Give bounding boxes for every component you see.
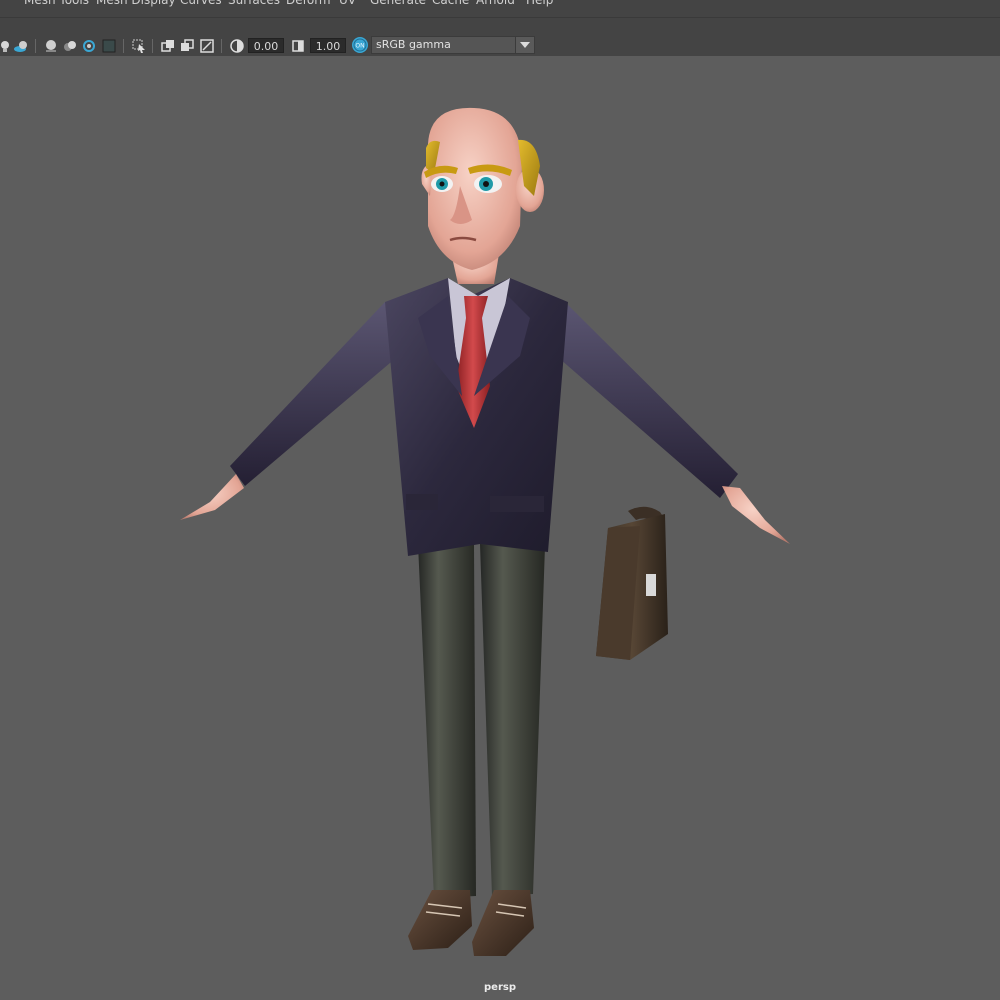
menu-mesh-display[interactable]: Mesh Display [96,0,176,8]
light-icon[interactable] [0,38,13,54]
trousers [418,544,545,898]
xray-joints-icon[interactable] [199,38,215,54]
xray-icon[interactable] [160,38,176,54]
chevron-down-icon[interactable] [515,37,534,53]
color-management-toggle-icon[interactable]: ON [351,36,369,54]
rendered-scene [180,107,790,956]
menu-surfaces[interactable]: Surfaces [228,0,280,8]
menu-arnold[interactable]: Arnold [476,0,515,8]
menu-help[interactable]: Help [526,0,553,8]
shadow-icon[interactable] [13,38,29,54]
toolbar-divider [221,39,222,53]
gamma-field[interactable]: 1.00 [310,38,346,53]
camera-name-label: persp [484,982,516,993]
gamma-icon[interactable] [290,38,306,54]
menu-curves[interactable]: Curves [180,0,222,8]
motion-blur-icon[interactable] [62,38,78,54]
menu-cache[interactable]: Cache [432,0,469,8]
view-transform-label: sRGB gamma [376,38,451,51]
xray-active-components-icon[interactable] [179,38,195,54]
viewport-3d[interactable]: persp [0,56,1000,1000]
ambient-occlusion-icon[interactable] [43,38,59,54]
maya-window: Mesh Tools Mesh Display Curves Surfaces … [0,0,1000,1000]
toolbar-divider [123,39,124,53]
antialiasing-icon[interactable] [81,38,97,54]
shoes [408,890,534,956]
menu-deform[interactable]: Deform [286,0,331,8]
pocket-right [490,496,544,512]
menu-bar: Mesh Tools Mesh Display Curves Surfaces … [0,0,1000,18]
exposure-field[interactable]: 0.00 [248,38,284,53]
briefcase [596,506,668,660]
head [421,107,544,271]
depth-of-field-icon[interactable] [101,38,117,54]
menu-mesh-tools[interactable]: Mesh Tools [24,0,89,8]
isolate-select-icon[interactable] [131,38,147,54]
toolbar-divider [35,39,36,53]
color-management-toggle-label: ON [355,43,364,50]
panel-toolbar: 0.00 1.00 ON sRGB gamma [0,18,1000,56]
exposure-icon[interactable] [229,38,245,54]
pocket-left [406,494,438,510]
view-transform-select[interactable]: sRGB gamma [371,36,535,54]
toolbar-divider [152,39,153,53]
toolbar-row: 0.00 1.00 ON sRGB gamma [0,36,1000,56]
menu-uv[interactable]: UV [339,0,356,8]
menu-generate[interactable]: Generate [370,0,426,8]
